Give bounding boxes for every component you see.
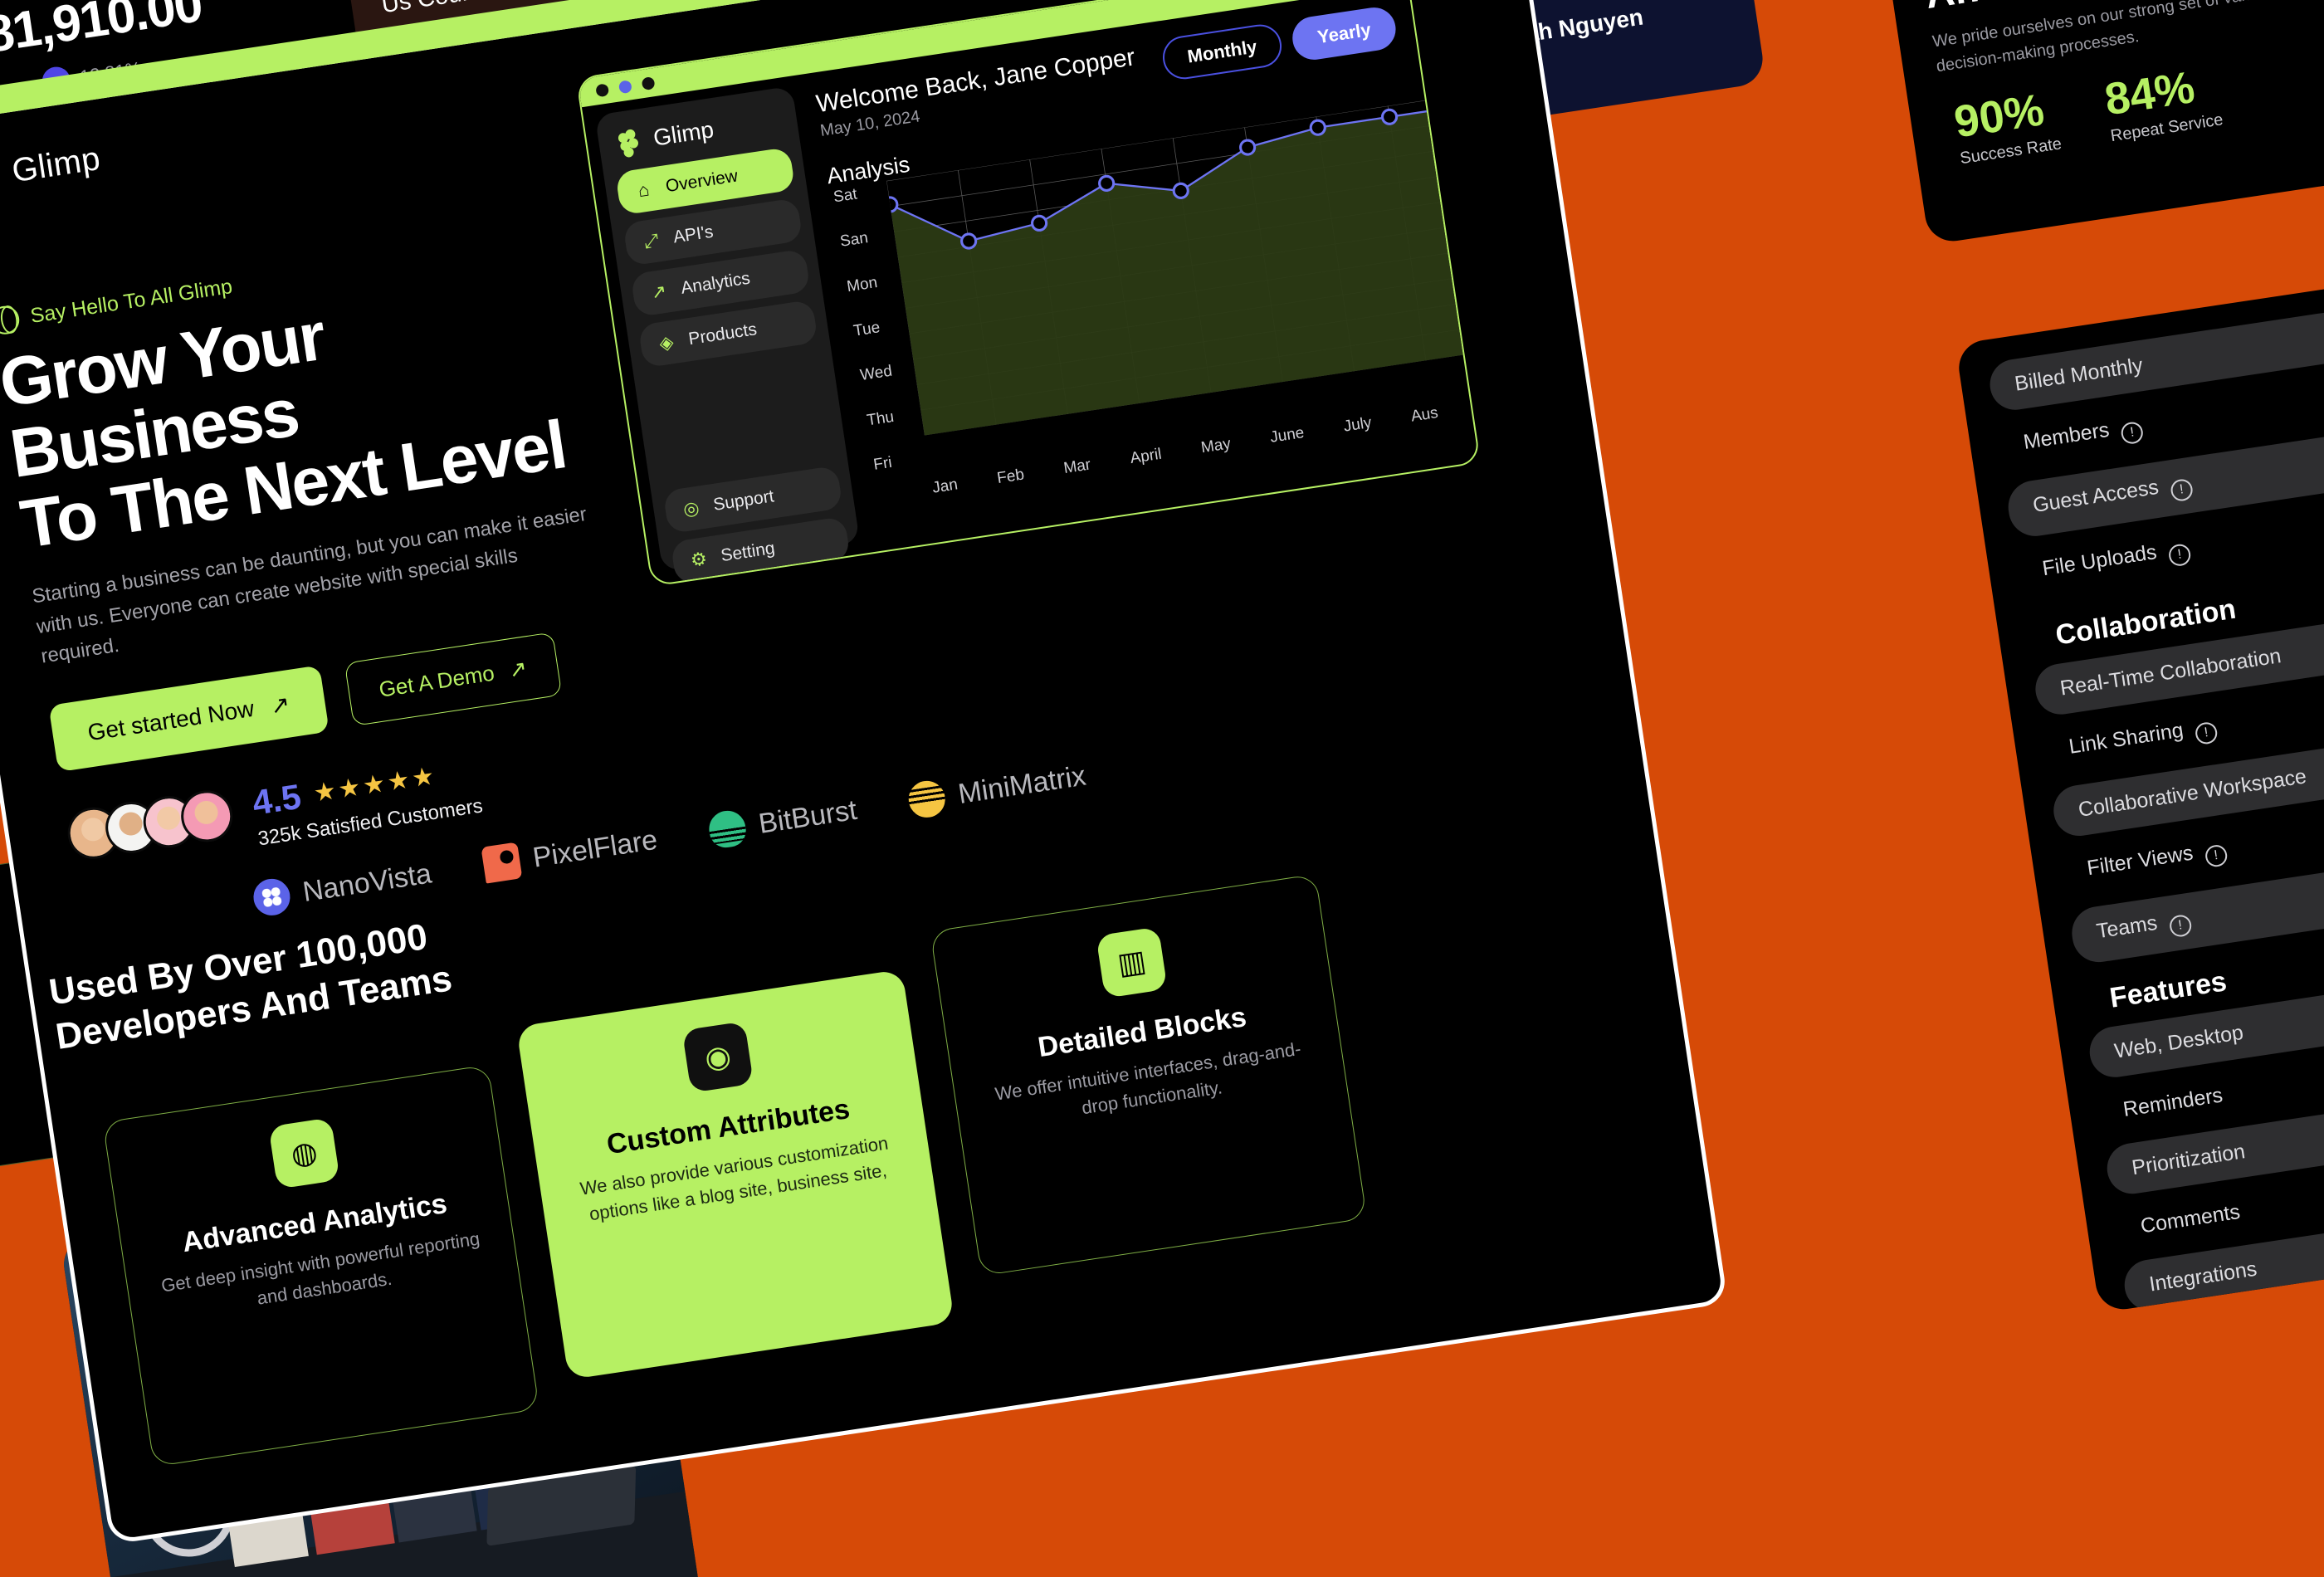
stat-item: 84% Repeat Service	[2102, 57, 2224, 145]
feature-card-detailed-blocks: ▥ Detailed Blocks We offer intuitive int…	[930, 873, 1368, 1277]
dashboard-main: Welcome Back, Jane Copper May 10, 2024 M…	[814, 4, 1482, 540]
y-tick: Sat	[832, 185, 859, 207]
landing-page-panel: Demos ∨ Essential Pages ∨ Blogs ∨ Help ∨…	[0, 0, 1724, 1540]
info-icon[interactable]: !	[2204, 843, 2229, 869]
dashboard-mockup: Glimp ⌂ Overview ⤢ API's ↗ Analytics ◈ P…	[575, 0, 1482, 588]
get-started-label: Get started Now	[85, 695, 256, 746]
pricing-feature-panel: Billed Monthly Members! Guest Access! Fi…	[1955, 281, 2324, 1313]
feature-card-custom-attributes: ◉ Custom Attributes We also provide vari…	[515, 969, 955, 1380]
site-logo[interactable]: Glimp	[0, 139, 103, 198]
feature-card-analytics: ◍ Advanced Analytics Get deep insight wi…	[102, 1064, 540, 1467]
logo-pixelflare: PixelFlare	[481, 822, 660, 884]
dashboard-brand: Glimp	[652, 116, 715, 151]
rating-stars: ★★★★★	[311, 762, 439, 808]
arrow-up-right-icon: ↗	[506, 655, 529, 683]
x-tick: Sep	[1476, 393, 1482, 416]
info-icon[interactable]: !	[2194, 720, 2219, 746]
feature-label: Members	[2021, 417, 2112, 454]
stat-item: 90% Success Rate	[1950, 81, 2063, 168]
home-icon: ⌂	[637, 178, 651, 202]
rating-value: 4.5	[249, 776, 304, 823]
dashboard-user-name: Jane Cooper	[735, 579, 832, 587]
window-dot[interactable]	[595, 82, 610, 97]
feature-label: Filter Views	[2085, 841, 2195, 881]
feature-label: File Uploads	[2040, 540, 2159, 581]
lifebuoy-icon: ◎	[681, 496, 701, 520]
gear-icon: ⚙	[689, 548, 709, 571]
info-icon[interactable]: !	[2120, 420, 2145, 446]
nanovista-icon	[251, 876, 293, 918]
target-icon: ◉	[681, 1021, 754, 1093]
sidebar-item-label: Analytics	[679, 268, 752, 298]
info-icon[interactable]: !	[2167, 542, 2192, 568]
used-by-heading: Used By Over 100,000 Developers And Team…	[46, 916, 455, 1057]
x-tick: Mar	[1062, 456, 1092, 478]
feature-label: Real-Time Collaboration	[2058, 644, 2283, 701]
billed-label: Billed Monthly	[2013, 353, 2145, 396]
bitburst-icon	[706, 808, 749, 850]
window-dot[interactable]	[641, 76, 656, 90]
logo-bitburst: BitBurst	[706, 792, 860, 850]
hero-section: Say Hello To All Glimp Grow Your Busines…	[0, 215, 698, 878]
glimp-logo-icon	[618, 128, 646, 159]
y-tick: Fri	[872, 453, 893, 474]
logo-label: MiniMatrix	[955, 759, 1088, 810]
feature-label: Link Sharing	[2067, 718, 2185, 759]
brand-name: Glimp	[9, 139, 103, 189]
y-tick: Tue	[852, 319, 881, 340]
x-tick: June	[1268, 424, 1306, 447]
cube-icon: ◈	[657, 331, 676, 354]
get-demo-label: Get A Demo	[377, 660, 496, 702]
ring-icon	[0, 304, 22, 337]
x-tick: Jan	[930, 476, 959, 497]
screenshot-stage: Total balance $81,910.00 ↗ 12.81% Send ⤴…	[0, 0, 2324, 1577]
logo-minimatrix: MiniMatrix	[906, 758, 1088, 820]
get-demo-button[interactable]: Get A Demo ↗	[344, 632, 563, 726]
sidebar-item-label: Setting	[719, 538, 777, 566]
pixelflare-icon	[481, 842, 523, 884]
feature-label: Reminders	[2121, 1083, 2224, 1121]
trending-up-icon: ↗	[649, 280, 668, 304]
leaf-icon: ◍	[268, 1117, 340, 1189]
info-icon[interactable]: !	[2169, 477, 2195, 503]
feature-label: Prioritization	[2130, 1140, 2247, 1180]
sidebar-item-label: Overview	[664, 166, 740, 197]
y-tick: Wed	[858, 362, 894, 385]
sidebar-item-label: Support	[711, 486, 775, 515]
y-tick: Mon	[845, 273, 879, 295]
sidebar-item-label: Products	[686, 320, 759, 349]
values-panel: Delivering Solutions And Exp We pride ou…	[1877, 0, 2324, 245]
window-dot[interactable]	[618, 79, 632, 94]
feature-label: Web, Desktop	[2112, 1020, 2245, 1063]
feature-label: Collaborative Workspace	[2077, 764, 2308, 822]
x-tick: July	[1342, 413, 1373, 436]
expand-icon: ⤢	[642, 229, 661, 252]
feature-label: Guest Access	[2031, 475, 2160, 518]
arrow-up-right-icon: ↗	[268, 690, 292, 720]
y-tick: San	[838, 229, 870, 251]
blocks-icon: ▥	[1096, 926, 1168, 998]
get-started-button[interactable]: Get started Now ↗	[48, 665, 330, 772]
minimatrix-icon	[906, 778, 949, 820]
x-tick: Feb	[995, 466, 1026, 488]
glimp-logo-icon	[0, 154, 2, 198]
feature-label: Comments	[2139, 1199, 2242, 1238]
customer-avatars	[64, 786, 237, 862]
sidebar-item-label: API's	[671, 222, 715, 247]
logo-nanovista: NanoVista	[251, 855, 434, 918]
feature-label: Integrations	[2147, 1257, 2258, 1296]
logo-label: BitBurst	[756, 793, 859, 840]
x-tick: May	[1199, 435, 1233, 457]
feature-label: Teams	[2095, 911, 2160, 944]
logo-label: NanoVista	[300, 857, 434, 908]
x-tick: April	[1129, 445, 1163, 468]
info-icon[interactable]: !	[2168, 913, 2193, 939]
x-tick: Aus	[1409, 403, 1440, 426]
logo-label: PixelFlare	[530, 823, 660, 874]
y-tick: Thu	[865, 408, 896, 430]
